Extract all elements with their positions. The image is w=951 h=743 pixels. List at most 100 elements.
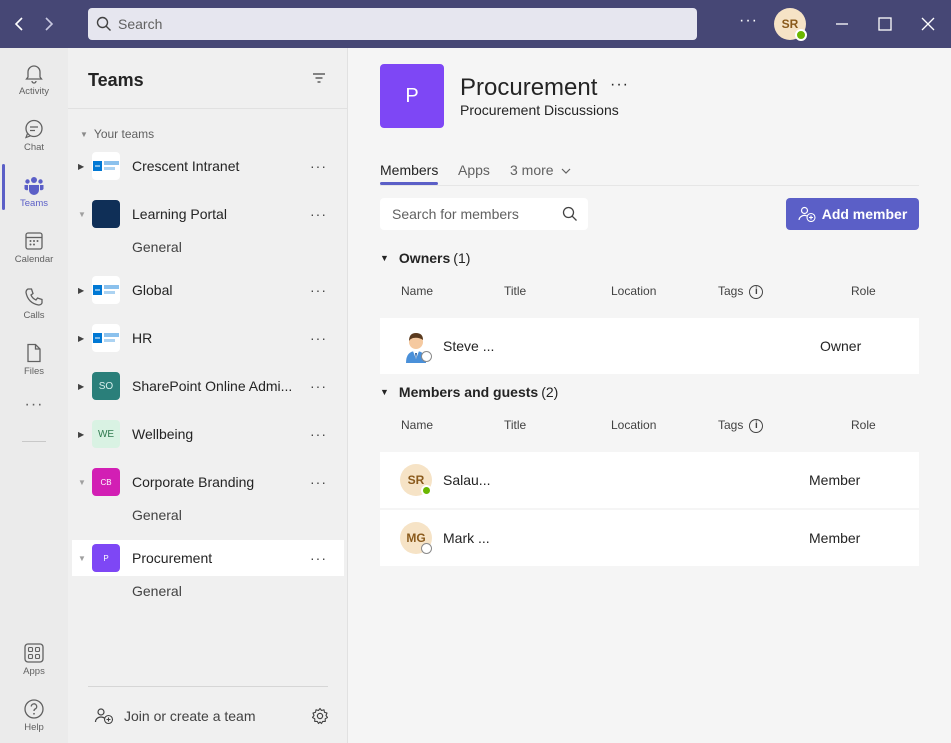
- section-label: Your teams: [93, 127, 155, 141]
- rail-item-apps[interactable]: Apps: [0, 632, 68, 688]
- team-item-procurement[interactable]: ▼ P Procurement ···: [72, 540, 344, 576]
- team-name: Crescent Intranet: [132, 158, 240, 174]
- column-header-name[interactable]: Name: [401, 418, 433, 432]
- channel-general[interactable]: General: [132, 507, 182, 523]
- member-name[interactable]: Steve ...: [443, 338, 494, 354]
- team-more-options-icon[interactable]: ···: [310, 282, 327, 298]
- team-name: SharePoint Online Admi...: [132, 378, 293, 394]
- expand-caret-icon[interactable]: ▶: [78, 430, 86, 439]
- owners-group-header[interactable]: ▼ Owners (1): [380, 250, 470, 266]
- team-item-hr[interactable]: ▶ HR ···: [72, 320, 344, 356]
- global-search-box[interactable]: [88, 8, 697, 40]
- filter-icon[interactable]: [311, 70, 327, 89]
- rail-label-teams: Teams: [20, 198, 48, 209]
- team-more-options-icon[interactable]: ···: [310, 378, 327, 394]
- expand-caret-icon[interactable]: ▶: [78, 162, 86, 171]
- more-icon: ···: [24, 396, 44, 413]
- team-item-crescent-intranet[interactable]: ▶ Crescent Intranet ···: [72, 148, 344, 184]
- collapse-caret-icon: ▼: [380, 253, 389, 263]
- rail-more-apps[interactable]: ···: [0, 396, 68, 426]
- expand-caret-icon[interactable]: ▶: [78, 382, 86, 391]
- close-button[interactable]: [916, 12, 940, 36]
- team-more-options-icon[interactable]: ···: [610, 76, 629, 94]
- member-role[interactable]: Owner: [820, 338, 861, 354]
- member-row[interactable]: SR Salau... Member: [380, 452, 919, 508]
- team-more-options-icon[interactable]: ···: [310, 158, 327, 174]
- member-search-input[interactable]: [392, 206, 562, 222]
- avatar-initials: SR: [407, 473, 425, 487]
- rail-item-files[interactable]: Files: [0, 332, 68, 388]
- member-name[interactable]: Mark ...: [443, 530, 490, 546]
- info-icon[interactable]: i: [749, 418, 764, 433]
- join-or-create-team-button[interactable]: Join or create a team: [94, 707, 256, 725]
- team-item-global[interactable]: ▶ Global ···: [72, 272, 344, 308]
- rail-item-activity[interactable]: Activity: [0, 52, 68, 108]
- team-more-options-icon[interactable]: ···: [310, 206, 327, 222]
- search-icon: [96, 16, 111, 31]
- back-arrow-icon[interactable]: [10, 14, 30, 34]
- column-header-role[interactable]: Role: [851, 284, 876, 298]
- member-role[interactable]: Member: [809, 530, 860, 546]
- your-teams-section[interactable]: ▼ Your teams: [80, 127, 154, 141]
- info-icon[interactable]: i: [749, 284, 764, 299]
- tab-more[interactable]: 3 more: [510, 162, 571, 178]
- add-member-button[interactable]: Add member: [786, 198, 919, 230]
- rail-item-calls[interactable]: Calls: [0, 276, 68, 332]
- team-more-options-icon[interactable]: ···: [310, 330, 327, 346]
- maximize-button[interactable]: [873, 12, 897, 36]
- chat-icon: [24, 119, 43, 139]
- team-avatar-tile: P: [380, 64, 444, 128]
- column-header-location[interactable]: Location: [611, 418, 656, 432]
- team-logo: SO: [92, 372, 120, 400]
- forward-arrow-icon[interactable]: [38, 14, 58, 34]
- member-row[interactable]: MG Mark ... Member: [380, 510, 919, 566]
- column-header-tags[interactable]: Tags i: [718, 284, 764, 299]
- team-item-wellbeing[interactable]: ▶ WE Wellbeing ···: [72, 416, 344, 452]
- member-row[interactable]: Steve ... Owner: [380, 318, 919, 374]
- collapse-caret-icon[interactable]: ▼: [78, 210, 86, 219]
- member-role[interactable]: Member: [809, 472, 860, 488]
- column-header-title[interactable]: Title: [504, 284, 526, 298]
- column-header-role[interactable]: Role: [851, 418, 876, 432]
- members-guests-group-header[interactable]: ▼ Members and guests (2): [380, 384, 558, 400]
- tab-members[interactable]: Members: [380, 162, 438, 178]
- team-more-options-icon[interactable]: ···: [310, 474, 327, 490]
- settings-more-button[interactable]: ···: [739, 12, 758, 30]
- team-item-sharepoint-online-admin[interactable]: ▶ SO SharePoint Online Admi... ···: [72, 368, 344, 404]
- sharepoint-logo-icon: [92, 324, 120, 352]
- minimize-button[interactable]: [830, 12, 854, 36]
- column-header-name[interactable]: Name: [401, 284, 433, 298]
- column-header-tags[interactable]: Tags i: [718, 418, 764, 433]
- channel-general[interactable]: General: [132, 583, 182, 599]
- rail-item-chat[interactable]: Chat: [0, 108, 68, 164]
- gear-icon[interactable]: [311, 707, 329, 728]
- expand-caret-icon[interactable]: ▶: [78, 286, 86, 295]
- team-more-options-icon[interactable]: ···: [310, 550, 327, 566]
- rail-item-teams[interactable]: Teams: [0, 164, 68, 220]
- tab-apps[interactable]: Apps: [458, 162, 490, 178]
- app-rail: Activity Chat Teams Calendar Calls Files…: [0, 48, 68, 743]
- expand-caret-icon[interactable]: ▶: [78, 334, 86, 343]
- channel-general[interactable]: General: [132, 239, 182, 255]
- profile-avatar[interactable]: SR: [774, 8, 807, 41]
- team-logo: [92, 200, 120, 228]
- calendar-icon: [25, 232, 43, 250]
- collapse-caret-icon[interactable]: ▼: [78, 554, 86, 563]
- member-search-box[interactable]: [380, 198, 588, 230]
- member-name[interactable]: Salau...: [443, 472, 490, 488]
- status-offline-icon: [421, 543, 432, 554]
- teams-icon: [24, 177, 44, 195]
- avatar: [400, 330, 432, 363]
- collapse-caret-icon[interactable]: ▼: [78, 478, 86, 487]
- team-more-options-icon[interactable]: ···: [310, 426, 327, 442]
- rail-item-calendar[interactable]: Calendar: [0, 220, 68, 276]
- column-header-location[interactable]: Location: [611, 284, 656, 298]
- rail-label-chat: Chat: [23, 142, 45, 153]
- team-item-corporate-branding[interactable]: ▼ CB Corporate Branding ···: [72, 464, 344, 500]
- title-bar: ··· SR: [0, 0, 951, 48]
- global-search-input[interactable]: [118, 16, 678, 32]
- rail-item-help[interactable]: Help: [0, 688, 68, 743]
- team-item-learning-portal[interactable]: ▼ Learning Portal ···: [72, 196, 344, 232]
- tab-active-underline: [380, 182, 438, 185]
- column-header-title[interactable]: Title: [504, 418, 526, 432]
